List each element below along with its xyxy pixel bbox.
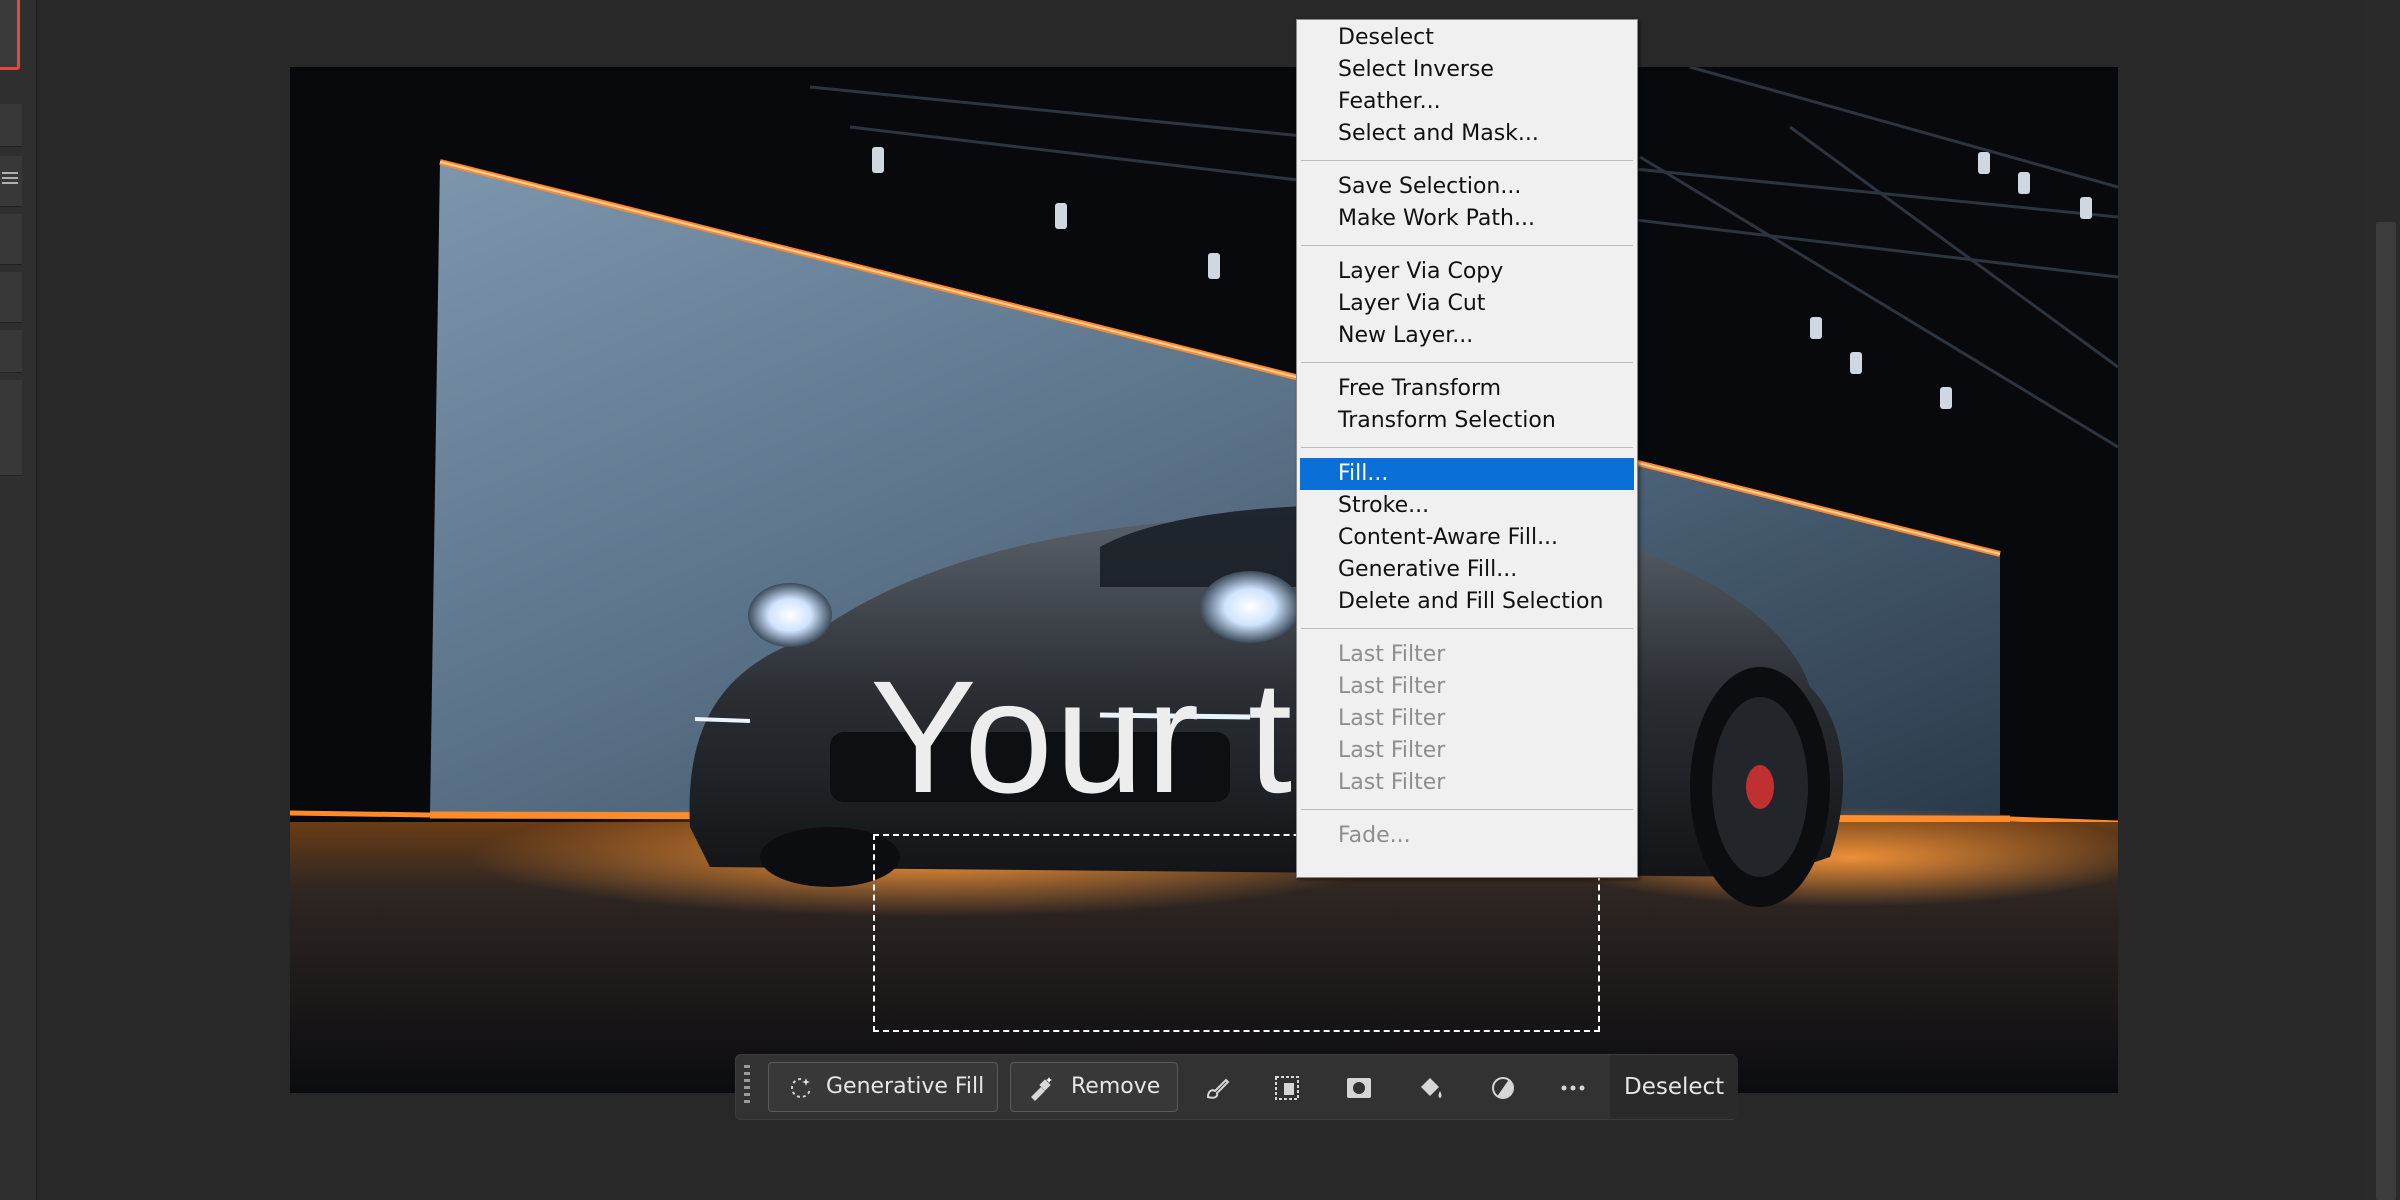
- document-canvas[interactable]: Your text: [290, 67, 2118, 1093]
- menu-item-last-filter: Last Filter: [1338, 674, 1446, 699]
- remove-label: Remove: [1071, 1074, 1161, 1099]
- menu-item-fade: Fade...: [1338, 823, 1411, 848]
- brush-icon[interactable]: [1202, 1073, 1232, 1103]
- menu-separator: [1301, 447, 1633, 448]
- left-panel-strip: [0, 0, 37, 1200]
- panel-tab[interactable]: [0, 104, 22, 147]
- menu-item-stroke[interactable]: Stroke...: [1300, 490, 1634, 522]
- menu-separator: [1301, 809, 1633, 810]
- menu-item-select-and-mask[interactable]: Select and Mask...: [1300, 118, 1634, 150]
- selection-context-menu: Deselect Select Inverse Feather... Selec…: [1296, 19, 1638, 878]
- menu-item-transform-selection[interactable]: Transform Selection: [1300, 405, 1634, 437]
- menu-item-content-aware-fill[interactable]: Content-Aware Fill...: [1300, 522, 1634, 554]
- menu-item-last-filter: Last Filter: [1338, 738, 1446, 763]
- menu-item-feather[interactable]: Feather...: [1300, 86, 1634, 118]
- menu-item-select-inverse[interactable]: Select Inverse: [1300, 54, 1634, 86]
- menu-item-make-work-path[interactable]: Make Work Path...: [1300, 203, 1634, 235]
- menu-item-layer-via-cut[interactable]: Layer Via Cut: [1300, 288, 1634, 320]
- deselect-label: Deselect: [1624, 1074, 1725, 1100]
- layer-thumbnail[interactable]: [0, 0, 20, 70]
- menu-separator: [1301, 362, 1633, 363]
- more-icon[interactable]: [1558, 1073, 1588, 1103]
- menu-separator: [1301, 160, 1633, 161]
- panel-tab[interactable]: [0, 214, 22, 265]
- panel-menu-icon[interactable]: [2, 172, 18, 186]
- menu-separator: [1301, 245, 1633, 246]
- generative-fill-button[interactable]: Generative Fill: [768, 1062, 998, 1112]
- menu-item-last-filter: Last Filter: [1338, 770, 1446, 795]
- remove-button[interactable]: Remove: [1010, 1062, 1178, 1112]
- remove-brush-icon: [1031, 1077, 1052, 1101]
- panel-tab[interactable]: [0, 380, 22, 476]
- layer-mask-icon[interactable]: [1344, 1073, 1374, 1103]
- menu-item-generative-fill[interactable]: Generative Fill...: [1300, 554, 1634, 586]
- generative-fill-icon: [791, 1078, 811, 1098]
- menu-item-save-selection[interactable]: Save Selection...: [1300, 171, 1634, 203]
- menu-item-deselect[interactable]: Deselect: [1300, 22, 1634, 54]
- menu-separator: [1301, 628, 1633, 629]
- drag-handle-icon[interactable]: [744, 1065, 754, 1109]
- menu-item-layer-via-copy[interactable]: Layer Via Copy: [1300, 256, 1634, 288]
- menu-item-free-transform[interactable]: Free Transform: [1300, 373, 1634, 405]
- fill-bucket-icon[interactable]: [1416, 1073, 1446, 1103]
- generative-fill-label: Generative Fill: [826, 1074, 985, 1099]
- menu-item-last-filter: Last Filter: [1338, 642, 1446, 667]
- contextual-task-bar: Generative Fill Remove Deselect: [735, 1054, 1738, 1120]
- menu-item-delete-and-fill[interactable]: Delete and Fill Selection: [1300, 586, 1634, 618]
- menu-item-last-filter: Last Filter: [1338, 706, 1446, 731]
- mask-icon[interactable]: [1272, 1073, 1302, 1103]
- panel-tab[interactable]: [0, 330, 22, 373]
- adjustment-icon[interactable]: [1488, 1073, 1518, 1103]
- menu-item-new-layer[interactable]: New Layer...: [1300, 320, 1634, 352]
- vertical-scrollbar-thumb[interactable]: [2376, 222, 2396, 1200]
- deselect-button[interactable]: Deselect: [1610, 1055, 1738, 1119]
- menu-item-fill[interactable]: Fill...: [1300, 458, 1634, 490]
- panel-tab[interactable]: [0, 272, 22, 323]
